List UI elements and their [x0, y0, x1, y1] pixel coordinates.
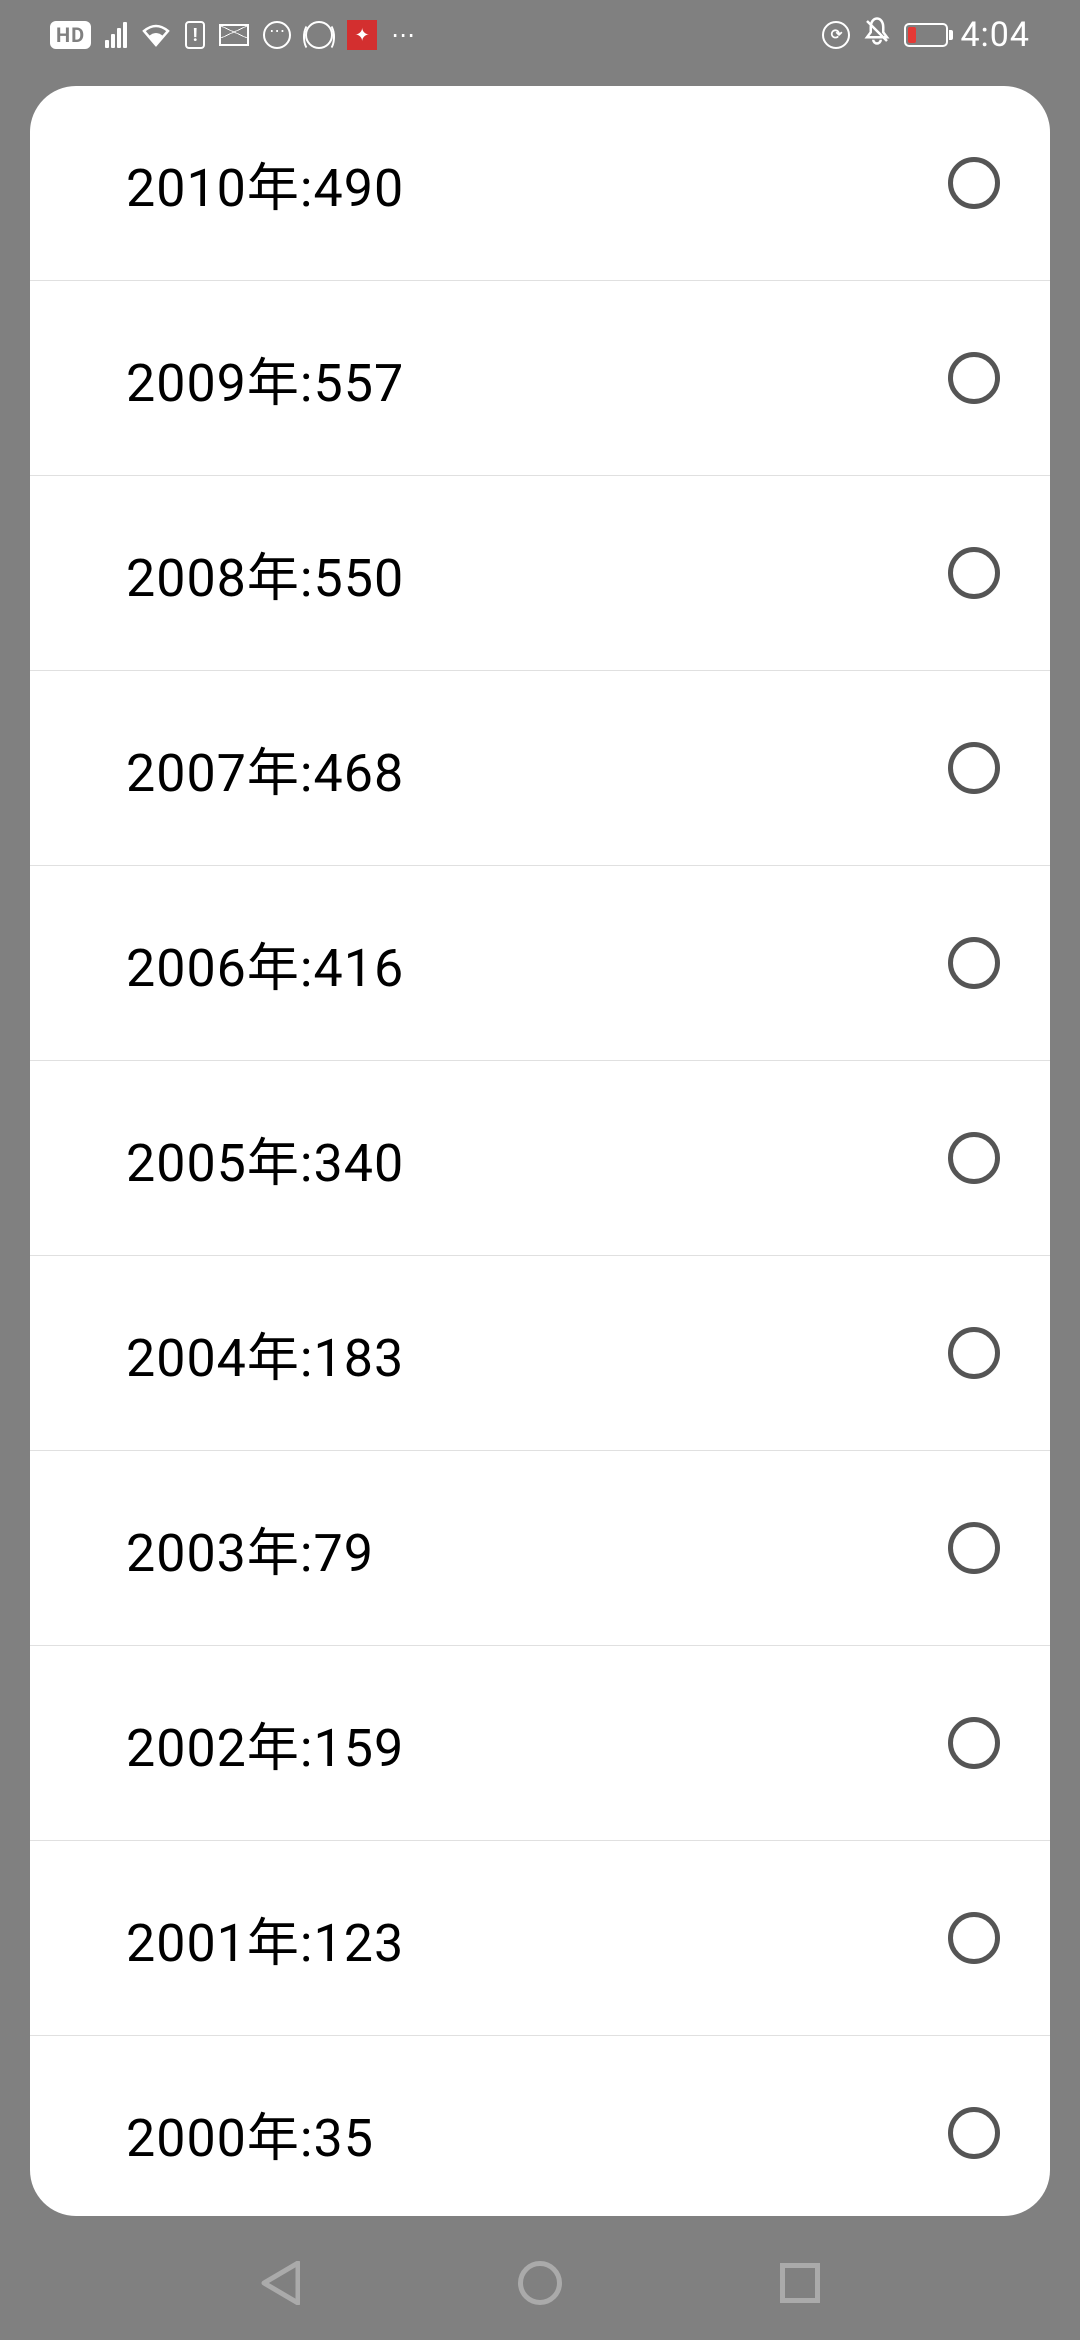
option-2009[interactable]: 2009年:557 — [30, 281, 1050, 476]
radio-unchecked-icon — [948, 937, 1000, 989]
nav-back-button[interactable] — [255, 2258, 305, 2308]
hd-badge-icon: HD — [50, 21, 91, 49]
battery-icon — [904, 23, 948, 47]
radio-unchecked-icon — [948, 157, 1000, 209]
option-2001[interactable]: 2001年:123 — [30, 1841, 1050, 2036]
mail-icon — [219, 24, 249, 46]
selection-dialog: 2010年:490 2009年:557 2008年:550 2007年:468 … — [30, 86, 1050, 2216]
option-label: 2006年:416 — [126, 926, 404, 1001]
status-bar: HD ✦ ⋯ ⟳ 4:04 — [0, 0, 1080, 70]
option-2010[interactable]: 2010年:490 — [30, 86, 1050, 281]
option-label: 2003年:79 — [126, 1511, 374, 1586]
mute-icon — [862, 16, 892, 54]
radio-unchecked-icon — [948, 1132, 1000, 1184]
status-clock: 4:04 — [960, 15, 1030, 55]
option-label: 2009年:557 — [126, 341, 404, 416]
option-2000[interactable]: 2000年:35 — [30, 2036, 1050, 2216]
status-right: ⟳ 4:04 — [822, 15, 1030, 55]
option-2005[interactable]: 2005年:340 — [30, 1061, 1050, 1256]
option-2004[interactable]: 2004年:183 — [30, 1256, 1050, 1451]
radio-unchecked-icon — [948, 742, 1000, 794]
more-notifications-icon: ⋯ — [391, 21, 417, 49]
option-label: 2007年:468 — [126, 731, 404, 806]
nav-home-button[interactable] — [515, 2258, 565, 2308]
sim-alert-icon — [185, 21, 205, 49]
option-label: 2002年:159 — [126, 1706, 404, 1781]
option-2002[interactable]: 2002年:159 — [30, 1646, 1050, 1841]
wifi-icon — [141, 20, 171, 50]
option-2003[interactable]: 2003年:79 — [30, 1451, 1050, 1646]
radio-unchecked-icon — [948, 1912, 1000, 1964]
option-2008[interactable]: 2008年:550 — [30, 476, 1050, 671]
data-saver-icon: ⟳ — [822, 21, 850, 49]
radio-unchecked-icon — [948, 1327, 1000, 1379]
option-label: 2010年:490 — [126, 146, 404, 221]
option-2007[interactable]: 2007年:468 — [30, 671, 1050, 866]
option-label: 2004年:183 — [126, 1316, 404, 1391]
nav-recent-button[interactable] — [775, 2258, 825, 2308]
cell-signal-icon — [105, 22, 127, 48]
radio-unchecked-icon — [948, 1717, 1000, 1769]
option-2006[interactable]: 2006年:416 — [30, 866, 1050, 1061]
option-label: 2000年:35 — [126, 2096, 374, 2171]
radio-unchecked-icon — [948, 352, 1000, 404]
app-badge-icon: ✦ — [347, 20, 377, 50]
radio-unchecked-icon — [948, 1522, 1000, 1574]
chat-icon — [263, 21, 291, 49]
radio-unchecked-icon — [948, 2107, 1000, 2159]
baseball-icon — [305, 21, 333, 49]
navigation-bar — [0, 2225, 1080, 2340]
status-left: HD ✦ ⋯ — [50, 20, 417, 50]
option-label: 2008年:550 — [126, 536, 404, 611]
radio-unchecked-icon — [948, 547, 1000, 599]
option-label: 2005年:340 — [126, 1121, 404, 1196]
option-label: 2001年:123 — [126, 1901, 404, 1976]
